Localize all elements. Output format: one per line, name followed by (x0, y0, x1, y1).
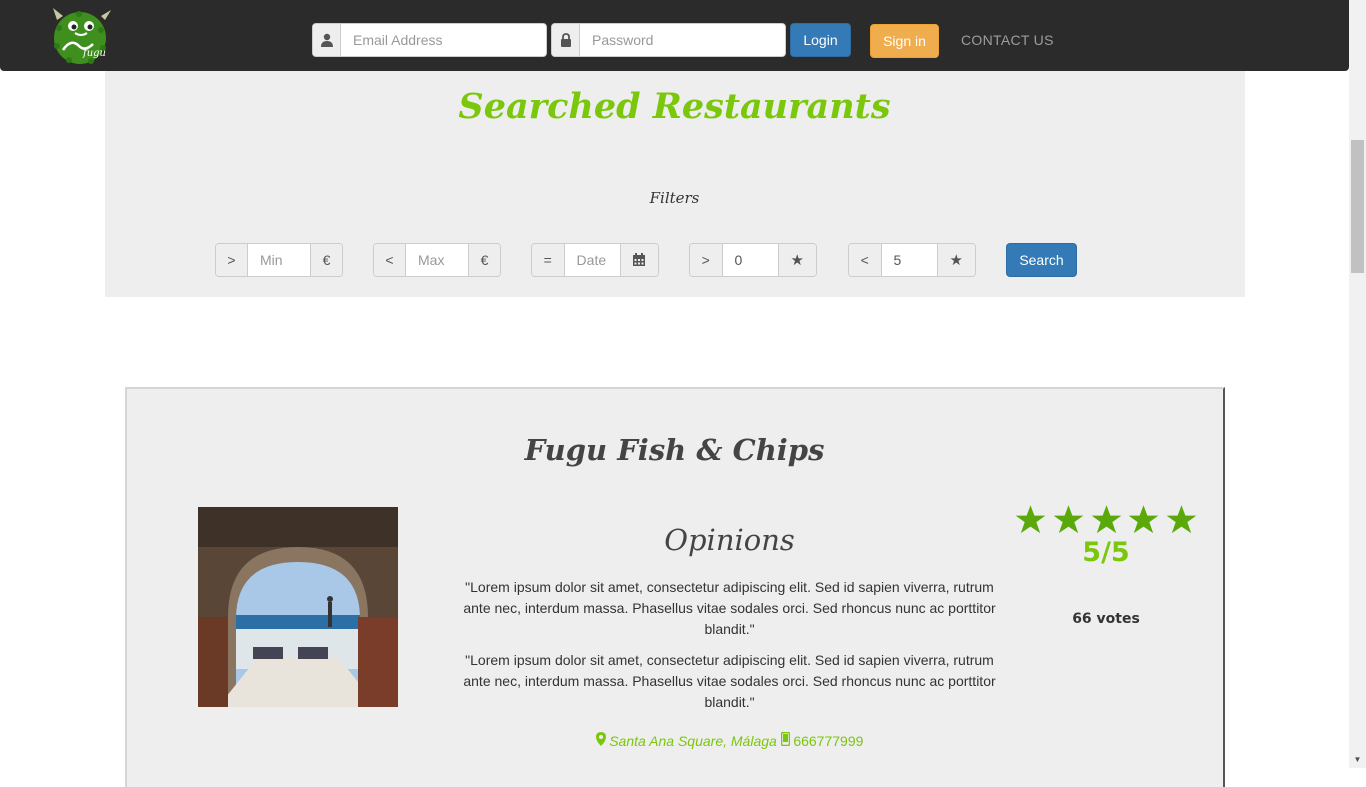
restaurant-contact: Santa Ana Square, Málaga 666777999 (455, 731, 1004, 749)
rating-score: 5/5 (1082, 537, 1130, 568)
email-input[interactable] (341, 24, 546, 56)
calendar-icon[interactable] (619, 244, 658, 276)
map-marker-icon (595, 732, 610, 749)
opinion-text: "Lorem ipsum dolor sit amet, consectetur… (463, 579, 996, 637)
mobile-phone-icon (780, 731, 794, 749)
max-price-input[interactable] (406, 244, 468, 276)
password-input-group (551, 23, 786, 57)
opinion-text: "Lorem ipsum dolor sit amet, consectetur… (463, 652, 996, 710)
min-price-filter: > € (215, 243, 343, 277)
min-rating-input[interactable] (722, 244, 778, 276)
max-rating-input[interactable] (881, 244, 937, 276)
sign-in-button[interactable]: Sign in (870, 24, 939, 58)
star-icon (1166, 505, 1197, 534)
restaurant-address[interactable]: Santa Ana Square, Málaga (609, 733, 777, 749)
svg-text:fugu: fugu (82, 48, 106, 59)
password-input[interactable] (580, 24, 785, 56)
top-navbar: fugu Login Sign in CONTACT US (0, 0, 1349, 71)
max-rating-filter: < ★ (848, 243, 976, 277)
fugu-logo-icon[interactable]: fugu (49, 6, 113, 66)
restaurant-photo (198, 507, 398, 707)
scroll-down-arrow-icon[interactable]: ▼ (1352, 754, 1363, 765)
search-button[interactable]: Search (1006, 243, 1077, 277)
rating-stars (1015, 504, 1197, 536)
vote-count: 66 votes (1072, 611, 1140, 627)
star-icon (1091, 505, 1121, 534)
contact-us-link[interactable]: CONTACT US (961, 32, 1054, 48)
restaurant-name[interactable]: Fugu Fish & Chips (0, 433, 1349, 467)
lock-icon (552, 24, 580, 56)
user-icon (313, 24, 341, 56)
filters-heading: Filters (649, 189, 700, 207)
star-icon: ★ (777, 244, 816, 276)
greater-than-label: > (690, 244, 723, 276)
star-icon (1128, 505, 1159, 534)
date-filter: = (531, 243, 659, 277)
star-icon (1053, 505, 1084, 534)
star-icon (1015, 505, 1046, 534)
min-price-input[interactable] (248, 244, 310, 276)
equals-label: = (532, 244, 565, 276)
less-than-label: < (849, 244, 882, 276)
opinions-heading: Opinions (664, 523, 795, 557)
restaurant-phone[interactable]: 666777999 (793, 733, 863, 749)
scrollbar-thumb[interactable] (1351, 140, 1364, 273)
email-input-group (312, 23, 547, 57)
page-title: Searched Restaurants (458, 86, 891, 127)
max-price-filter: < € (373, 243, 501, 277)
euro-icon: € (468, 244, 500, 276)
less-than-label: < (374, 244, 406, 276)
date-input[interactable] (564, 244, 620, 276)
euro-icon: € (310, 244, 342, 276)
login-button[interactable]: Login (790, 23, 851, 57)
greater-than-label: > (216, 244, 248, 276)
page-scrollbar[interactable] (1349, 0, 1366, 768)
min-rating-filter: > ★ (689, 243, 817, 277)
star-icon: ★ (936, 244, 975, 276)
